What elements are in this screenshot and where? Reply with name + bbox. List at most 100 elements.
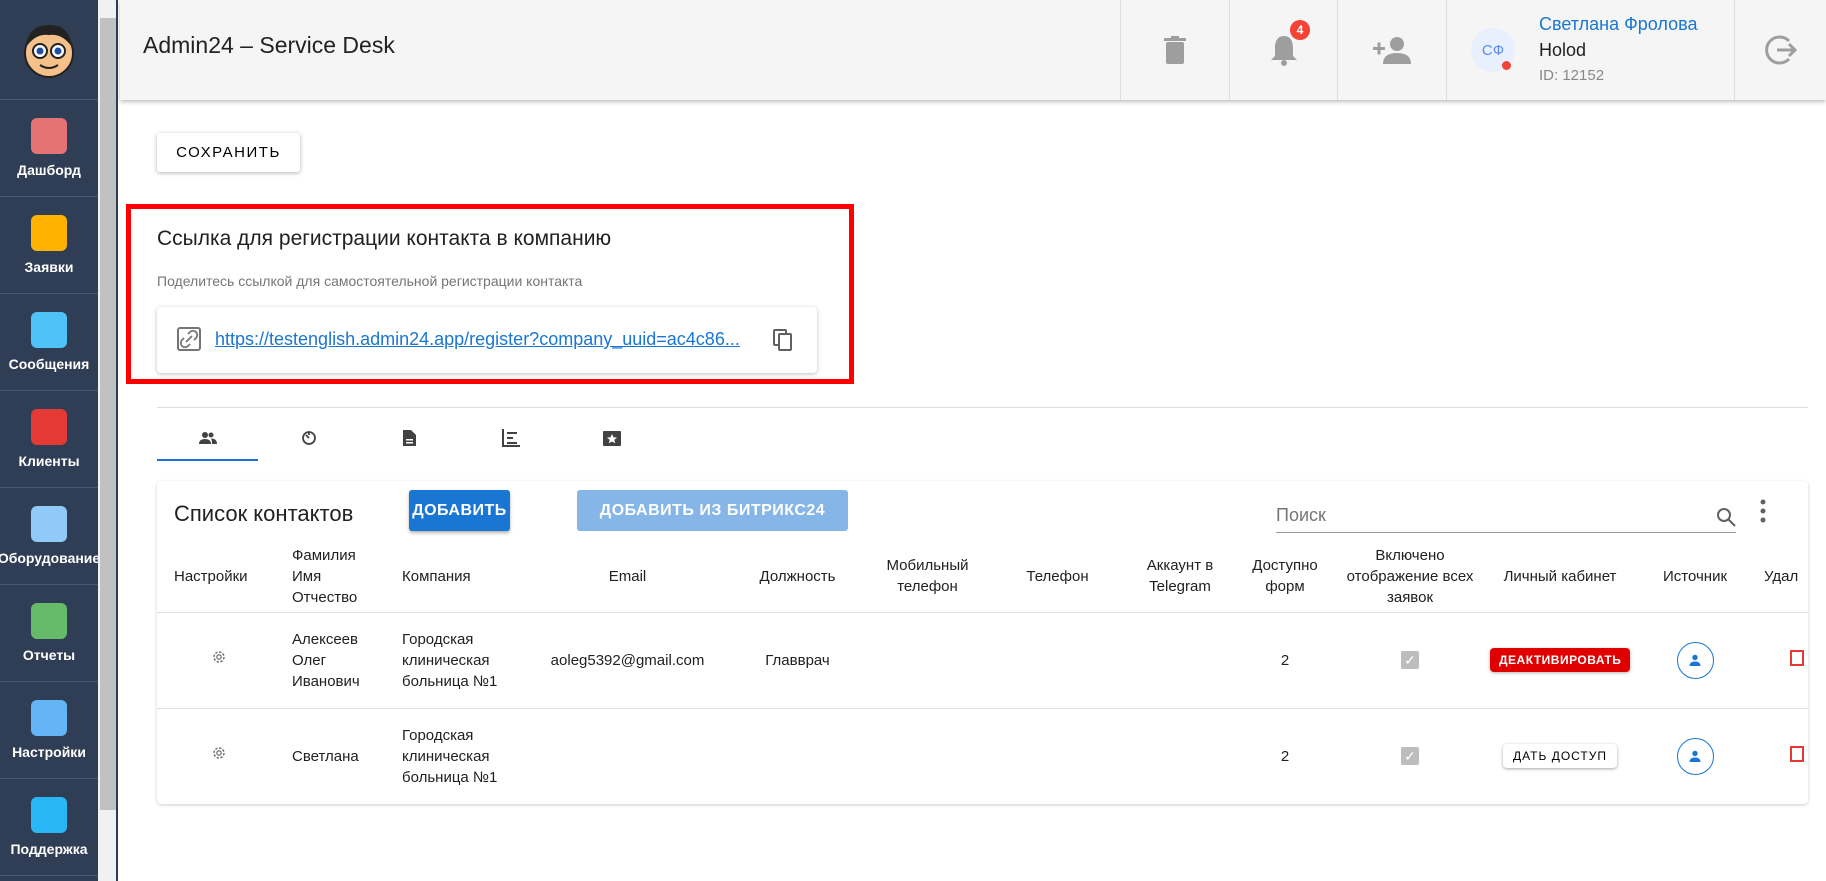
sidebar-item-label: Отчеты <box>22 647 76 663</box>
tab-tickets[interactable] <box>561 415 662 461</box>
sidebar-item-label: Дашборд <box>17 162 81 178</box>
source-person-icon[interactable] <box>1676 737 1714 775</box>
column-header[interactable]: Должность <box>735 541 860 613</box>
contact-phone <box>995 708 1120 804</box>
sidebar-icon <box>31 797 67 833</box>
table-row: Светлана Городская клиническая больница … <box>157 708 1808 804</box>
sidebar-icon <box>31 215 67 251</box>
column-header[interactable]: Удал <box>1760 541 1808 613</box>
column-header[interactable]: Фамилия Имя Отчество <box>280 541 390 613</box>
logo-avatar[interactable] <box>0 0 98 100</box>
sidebar: Дашборд Заявки Сообщения Клиенты Оборудовани… <box>0 0 101 881</box>
trash-icon <box>1164 36 1186 64</box>
sidebar-item-4[interactable]: Оборудование <box>0 488 101 585</box>
delete-icon[interactable] <box>1790 744 1804 762</box>
column-header[interactable]: Личный кабинет <box>1490 541 1630 613</box>
sidebar-icon <box>31 506 67 542</box>
sidebar-item-3[interactable]: Клиенты <box>0 391 98 488</box>
sidebar-item-1[interactable]: Заявки <box>0 197 98 294</box>
contact-mobile <box>860 708 995 804</box>
gear-icon[interactable] <box>211 649 227 665</box>
add-user-button[interactable] <box>1337 0 1446 100</box>
tab-reports[interactable] <box>460 415 561 461</box>
sidebar-icon <box>31 409 67 445</box>
sidebar-item-2[interactable]: Сообщения <box>0 294 98 391</box>
scrollbar[interactable] <box>98 0 118 881</box>
status-dot <box>1502 61 1511 70</box>
section-subtitle: Поделитесь ссылкой для самостоятельной р… <box>157 273 583 289</box>
column-header[interactable]: Аккаунт в Telegram <box>1120 541 1240 613</box>
column-header[interactable]: Мобильный телефон <box>860 541 995 613</box>
search-icon[interactable] <box>1716 507 1736 527</box>
sidebar-item-5[interactable]: Отчеты <box>0 585 98 682</box>
contact-telegram <box>1120 612 1240 709</box>
app-title: Admin24 – Service Desk <box>143 32 395 58</box>
sidebar-icon <box>31 118 67 154</box>
registration-link-section: Ссылка для регистрации контакта в компан… <box>126 204 854 384</box>
source-person-icon[interactable] <box>1676 641 1714 679</box>
header: Admin24 – Service Desk 4 СФ Светлана Фро… <box>120 0 1826 100</box>
save-button[interactable]: СОХРАНИТЬ <box>157 133 300 172</box>
column-header[interactable]: Доступно форм <box>1240 541 1330 613</box>
deactivate-button[interactable]: ДЕАКТИВИРОВАТЬ <box>1490 648 1631 672</box>
chart-list-icon <box>501 429 520 447</box>
contact-name: Светлана <box>280 708 390 804</box>
tab-timer[interactable] <box>258 415 359 461</box>
logout-button[interactable] <box>1734 0 1826 100</box>
sidebar-item-label: Сообщения <box>8 356 90 372</box>
user-profile[interactable]: СФ Светлана Фролова Holod ID: 12152 <box>1446 0 1734 100</box>
delete-icon[interactable] <box>1790 648 1804 666</box>
column-header[interactable]: Включено отображение всех заявок <box>1330 541 1490 613</box>
column-header[interactable]: Телефон <box>995 541 1120 613</box>
timer-icon <box>301 431 316 445</box>
copy-icon[interactable] <box>773 329 793 351</box>
tab-documents[interactable] <box>359 415 460 461</box>
grant-access-button[interactable]: ДАТЬ ДОСТУП <box>1502 744 1618 768</box>
sidebar-item-label: Оборудование <box>0 550 101 566</box>
add-from-bitrix-button[interactable]: ДОБАВИТЬ ИЗ БИТРИКС24 <box>577 490 848 531</box>
column-header[interactable]: Email <box>520 541 735 613</box>
section-title: Ссылка для регистрации контакта в компан… <box>157 227 612 250</box>
table-row: Алексеев Олег Иванович Городская клиниче… <box>157 612 1808 709</box>
user-name[interactable]: Светлана Фролова <box>1539 11 1697 37</box>
sidebar-item-6[interactable]: Настройки <box>0 682 98 779</box>
gear-icon[interactable] <box>211 745 227 761</box>
sidebar-item-7[interactable]: Поддержка <box>0 779 98 876</box>
user-id: ID: 12152 <box>1539 67 1605 84</box>
column-header[interactable]: Настройки <box>157 541 280 613</box>
column-header[interactable]: Источник <box>1630 541 1760 613</box>
star-ticket-icon <box>602 430 621 446</box>
notification-badge: 4 <box>1290 20 1310 40</box>
link-card: https://testenglish.admin24.app/register… <box>157 307 817 373</box>
person-add-icon <box>1373 37 1411 64</box>
user-company: Holod <box>1539 40 1587 60</box>
search-input[interactable] <box>1276 499 1676 531</box>
contact-name: Алексеев Олег Иванович <box>280 612 390 709</box>
active-tab-indicator <box>157 459 258 461</box>
contact-email <box>520 708 735 804</box>
sidebar-item-0[interactable]: Дашборд <box>0 100 98 197</box>
contact-forms: 2 <box>1240 612 1330 709</box>
sidebar-icon <box>31 700 67 736</box>
show-all-checkbox[interactable]: ✓ <box>1401 650 1419 669</box>
scrollbar-thumb[interactable] <box>100 18 116 810</box>
contact-email: aoleg5392@gmail.com <box>520 612 735 709</box>
registration-link[interactable]: https://testenglish.admin24.app/register… <box>215 329 750 350</box>
sidebar-icon <box>31 312 67 348</box>
sidebar-icon <box>31 603 67 639</box>
show-all-checkbox[interactable]: ✓ <box>1401 746 1419 765</box>
search-field[interactable] <box>1276 499 1736 533</box>
contact-phone <box>995 612 1120 709</box>
notifications-button[interactable]: 4 <box>1229 0 1337 100</box>
column-header[interactable]: Компания <box>390 541 520 613</box>
sidebar-item-label: Клиенты <box>18 453 80 469</box>
sidebar-item-label: Настройки <box>12 744 86 760</box>
document-icon <box>403 430 416 446</box>
more-vert-icon[interactable] <box>1760 499 1766 523</box>
contact-position: Главврач <box>735 612 860 709</box>
trash-button[interactable] <box>1120 0 1229 100</box>
contacts-card: Список контактов ДОБАВИТЬ ДОБАВИТЬ ИЗ БИ… <box>157 481 1808 804</box>
add-contact-button[interactable]: ДОБАВИТЬ <box>409 490 510 531</box>
tab-contacts[interactable] <box>157 415 258 461</box>
tabs-divider <box>157 407 1808 408</box>
